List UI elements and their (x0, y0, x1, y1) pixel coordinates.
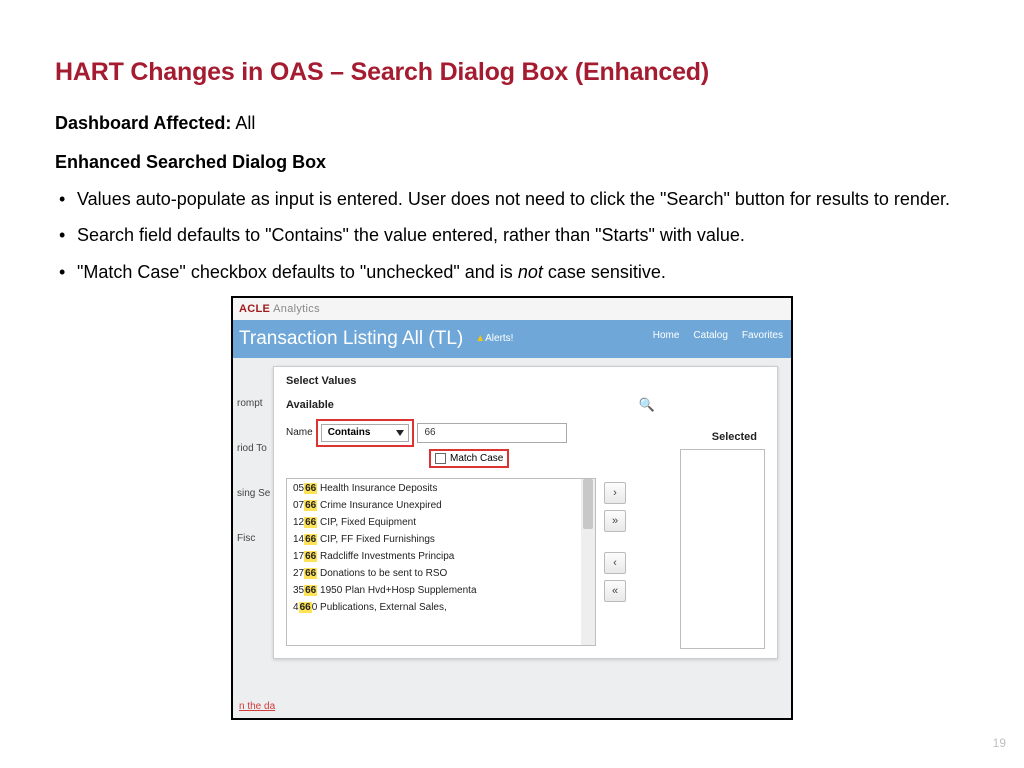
page-number: 19 (993, 736, 1006, 750)
scroll-thumb[interactable] (583, 479, 593, 529)
bullet-list: Values auto-populate as input is entered… (55, 187, 969, 284)
name-label: Name (286, 427, 313, 438)
background-redlink: n the da (239, 701, 275, 712)
bullet-emphasis: not (518, 262, 543, 282)
match-type-dropdown[interactable]: Contains (321, 424, 410, 442)
page-banner: Transaction Listing All (TL) ▲ Alerts! H… (233, 320, 791, 358)
select-values-dialog: Select Values Available 🔍 Selected Name … (273, 366, 778, 659)
page-title: Transaction Listing All (TL) (239, 328, 463, 350)
move-right-button[interactable]: › (604, 482, 626, 504)
background-prompts: rompt riod To sing Se Fisc (237, 398, 270, 544)
highlight-box: Match Case (429, 449, 509, 468)
bg-label: sing Se (237, 488, 270, 499)
scrollbar[interactable] (581, 479, 595, 645)
list-item[interactable]: 0566 Health Insurance Deposits (293, 483, 577, 494)
list-item[interactable]: 4660 Publications, External Sales, (293, 602, 577, 613)
dashboard-affected-label: Dashboard Affected: (55, 113, 231, 133)
list-item[interactable]: 0766 Crime Insurance Unexpired (293, 500, 577, 511)
move-left-button[interactable]: ‹ (604, 552, 626, 574)
nav-home[interactable]: Home (653, 330, 680, 341)
bullet-item: Search field defaults to "Contains" the … (59, 223, 969, 247)
search-icon[interactable]: 🔍 (639, 397, 655, 413)
move-all-left-button[interactable]: « (604, 580, 626, 602)
chevron-down-icon (396, 430, 404, 436)
dashboard-affected-value: All (235, 113, 255, 133)
dialog-title: Select Values (274, 367, 777, 397)
list-item[interactable]: 1266 CIP, Fixed Equipment (293, 517, 577, 528)
subheading: Enhanced Searched Dialog Box (55, 152, 969, 173)
top-nav: Home Catalog Favorites (653, 330, 783, 341)
bullet-text: case sensitive. (543, 262, 666, 282)
selected-listbox[interactable] (680, 449, 765, 649)
available-listbox[interactable]: 0566 Health Insurance Deposits 0766 Crime… (286, 478, 596, 646)
move-all-right-button[interactable]: » (604, 510, 626, 532)
highlight-box: Contains (316, 419, 415, 447)
bullet-item: "Match Case" checkbox defaults to "unche… (59, 260, 969, 284)
match-case-checkbox[interactable] (435, 453, 446, 464)
embedded-screenshot: ACLE Analytics Transaction Listing All (… (231, 296, 793, 720)
alerts-link[interactable]: Alerts! (485, 333, 513, 344)
slide-title: HART Changes in OAS – Search Dialog Box … (55, 58, 969, 87)
match-case-label: Match Case (450, 453, 503, 464)
app-header: ACLE Analytics (233, 298, 791, 320)
brand-suffix: Analytics (273, 303, 320, 315)
dashboard-affected: Dashboard Affected: All (55, 113, 969, 134)
selected-header: Selected (712, 431, 757, 443)
nav-favorites[interactable]: Favorites (742, 330, 783, 341)
bullet-item: Values auto-populate as input is entered… (59, 187, 969, 211)
bg-label: riod To (237, 443, 270, 454)
nav-catalog[interactable]: Catalog (693, 330, 727, 341)
list-item[interactable]: 2766 Donations to be sent to RSO (293, 568, 577, 579)
list-item[interactable]: 1766 Radcliffe Investments Principa (293, 551, 577, 562)
dropdown-value: Contains (328, 427, 371, 438)
bg-label: Fisc (237, 533, 270, 544)
available-header: Available (286, 399, 334, 411)
list-item[interactable]: 3566 1950 Plan Hvd+Hosp Supplementa (293, 585, 577, 596)
list-item[interactable]: 1466 CIP, FF Fixed Furnishings (293, 534, 577, 545)
brand-fragment: ACLE (239, 303, 270, 315)
alert-icon: ▲ (475, 333, 485, 344)
bg-label: rompt (237, 398, 270, 409)
bullet-text: "Match Case" checkbox defaults to "unche… (77, 262, 518, 282)
search-input[interactable]: 66 (417, 423, 567, 443)
